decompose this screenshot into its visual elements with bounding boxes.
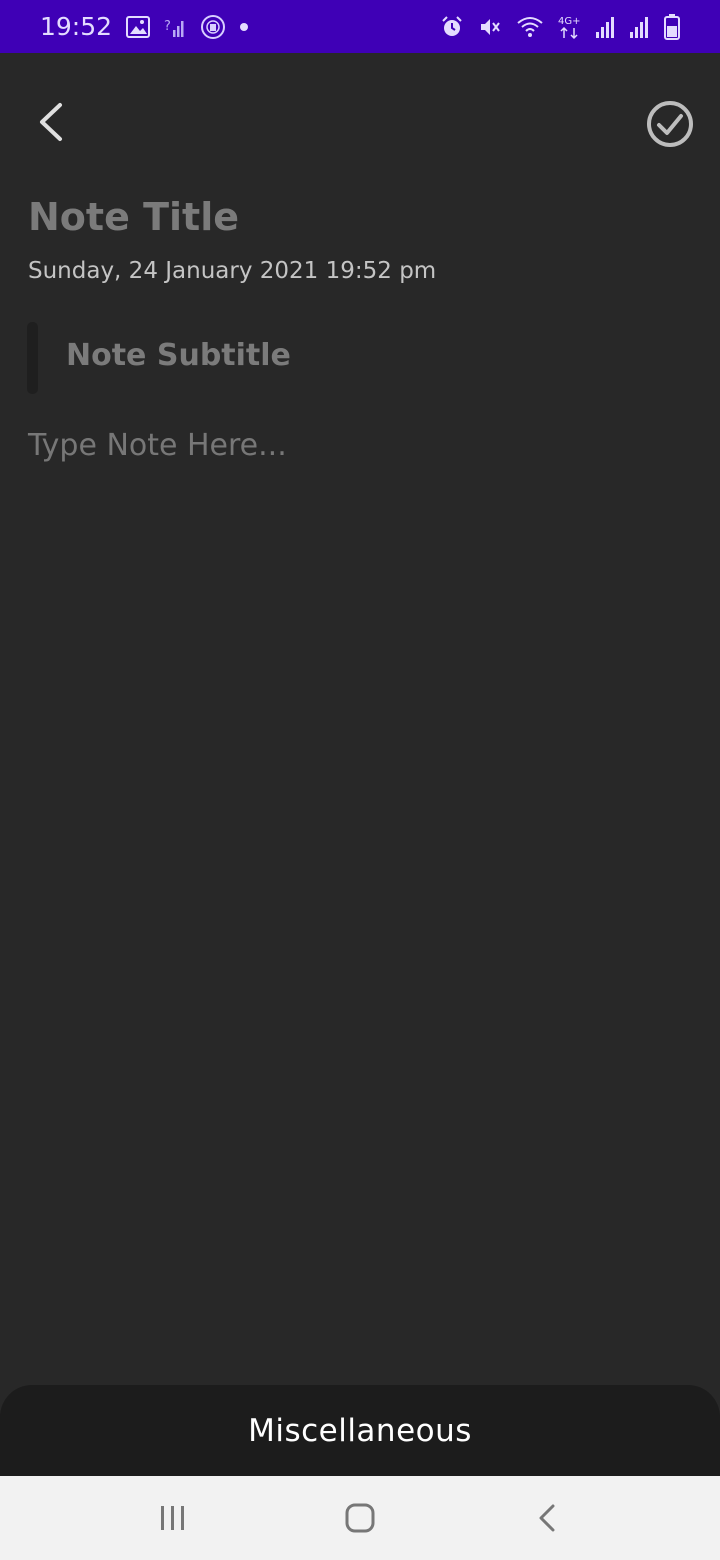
signal-2-icon: [630, 16, 650, 38]
svg-text:?: ?: [164, 19, 171, 34]
note-editor-screen: 19:52 ? 4G+ Note Title Sunday, 24 Januar…: [0, 0, 720, 1560]
chevron-left-icon: [40, 103, 62, 141]
recents-icon: [161, 1506, 184, 1530]
notification-dot-icon: [240, 22, 249, 31]
note-title-input[interactable]: Note Title: [28, 195, 688, 239]
system-back-button[interactable]: [508, 1476, 588, 1560]
note-date-time: Sunday, 24 January 2021 19:52 pm: [28, 258, 437, 284]
note-subtitle-input[interactable]: Note Subtitle: [66, 338, 686, 373]
recents-button[interactable]: [133, 1476, 213, 1560]
4g-plus-icon: 4G+: [558, 14, 582, 40]
subtitle-indicator: [27, 322, 38, 394]
no-signal-icon: ?: [164, 16, 186, 38]
system-nav-bar: [0, 1476, 720, 1560]
home-button[interactable]: [320, 1476, 400, 1560]
image-icon: [126, 15, 151, 38]
status-time: 19:52: [40, 12, 113, 41]
home-icon: [345, 1503, 375, 1533]
alarm-icon: [440, 15, 464, 39]
battery-icon: [664, 13, 680, 40]
wifi-icon: [516, 16, 544, 38]
miscellaneous-sheet[interactable]: Miscellaneous: [0, 1385, 720, 1476]
status-bar: 19:52 ? 4G+: [0, 0, 720, 53]
network-label: 4G+: [558, 16, 581, 27]
back-button[interactable]: [28, 96, 76, 148]
miscellaneous-label: Miscellaneous: [248, 1412, 472, 1449]
back-icon: [539, 1504, 555, 1532]
mute-icon: [478, 15, 502, 39]
status-left: 19:52 ?: [40, 12, 249, 41]
save-note-button[interactable]: [644, 98, 696, 150]
club-badge-icon: [200, 14, 226, 40]
check-circle-icon: [647, 101, 693, 147]
status-right: 4G+: [440, 13, 680, 40]
signal-1-icon: [596, 16, 616, 38]
note-body-input[interactable]: Type Note Here...: [28, 428, 688, 463]
